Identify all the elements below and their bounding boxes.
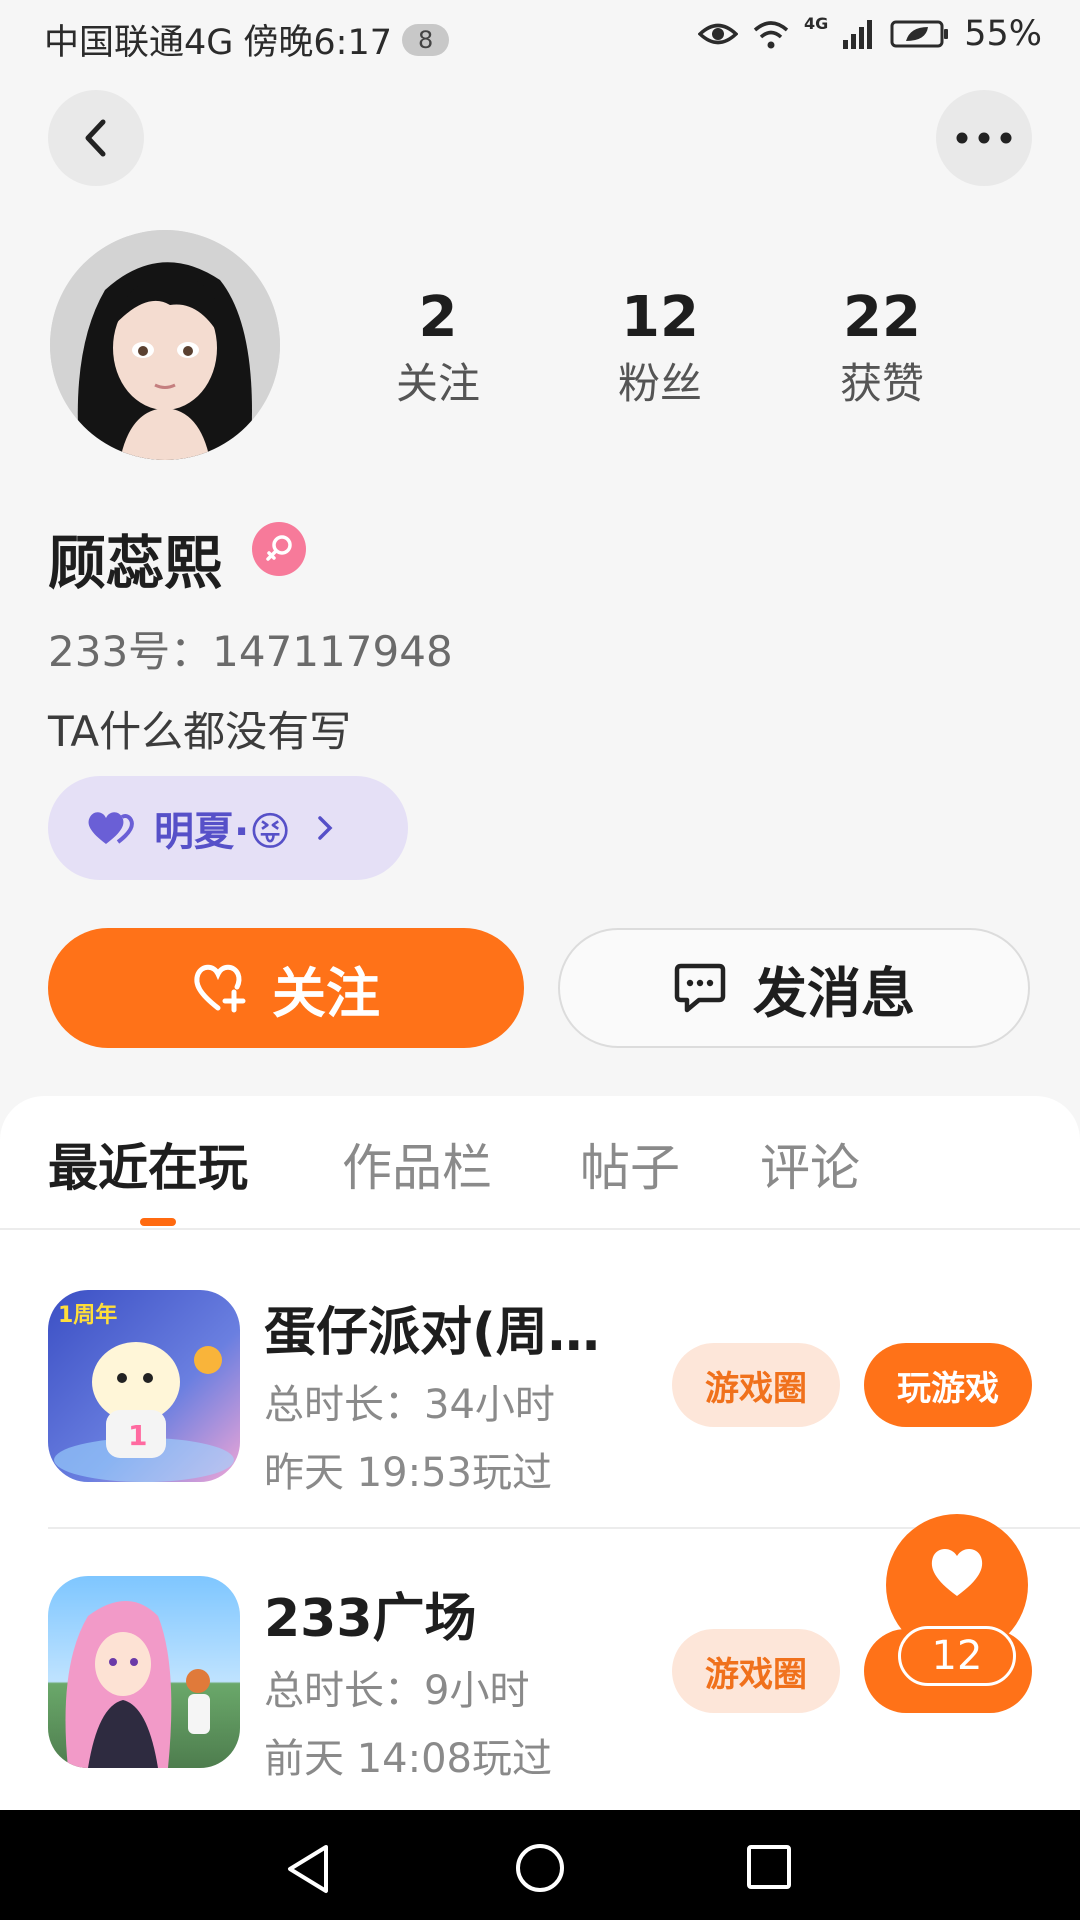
heart-plus-icon bbox=[194, 964, 246, 1013]
game-circle-button[interactable]: 游戏圈 bbox=[672, 1343, 840, 1427]
fan-badge-label: 明夏·😝 bbox=[154, 809, 291, 855]
message-label: 发消息 bbox=[753, 961, 915, 1025]
following-label: 关注 bbox=[395, 359, 480, 408]
avatar-image bbox=[50, 230, 280, 460]
signal-icon bbox=[843, 20, 873, 49]
battery-text: 55% bbox=[964, 14, 1042, 54]
fans-count: 12 bbox=[621, 285, 699, 350]
status-right: 4G 55% bbox=[697, 14, 1042, 54]
likes-label: 获赞 bbox=[839, 359, 924, 408]
female-icon bbox=[266, 535, 292, 561]
game-circle-button[interactable]: 游戏圈 bbox=[672, 1629, 840, 1713]
stat-fans[interactable]: 12 粉丝 bbox=[580, 282, 740, 414]
system-nav-bar bbox=[0, 1810, 1080, 1920]
recents-square-icon[interactable] bbox=[746, 1844, 792, 1890]
game-last-played: 前天 14:08玩过 bbox=[264, 1736, 552, 1782]
floating-like-count: 12 bbox=[898, 1626, 1016, 1686]
tab-recent-play[interactable]: 最近在玩 bbox=[48, 1128, 248, 1200]
fans-label: 粉丝 bbox=[617, 359, 702, 408]
eye-icon bbox=[697, 23, 738, 45]
battery-icon bbox=[890, 20, 949, 48]
follow-button[interactable]: 关注 bbox=[48, 928, 524, 1048]
game-duration: 总时长：9小时 bbox=[264, 1668, 530, 1714]
game-icon-eggy-party[interactable]: 1 1周年 bbox=[48, 1290, 240, 1482]
network-type: 4G bbox=[803, 14, 829, 33]
game-title: 蛋仔派对(周… bbox=[264, 1303, 600, 1363]
tab-works[interactable]: 作品栏 bbox=[342, 1128, 492, 1200]
svg-text:1: 1 bbox=[128, 1419, 147, 1452]
likes-count: 22 bbox=[843, 285, 921, 350]
chat-icon bbox=[674, 963, 726, 1013]
wifi-icon bbox=[753, 21, 789, 49]
status-left: 中国联通4G 傍晚6:17 8 bbox=[44, 14, 450, 65]
avatar[interactable] bbox=[50, 230, 280, 460]
status-bar: 中国联通4G 傍晚6:17 8 4G 55% bbox=[0, 0, 1080, 76]
back-icon bbox=[85, 119, 106, 157]
game-duration: 总时长：34小时 bbox=[264, 1382, 555, 1428]
tab-comments[interactable]: 评论 bbox=[760, 1128, 860, 1200]
following-count: 2 bbox=[418, 285, 458, 350]
message-button[interactable]: 发消息 bbox=[558, 928, 1030, 1048]
icon-badge-text: 1周年 bbox=[58, 1302, 117, 1328]
follow-label: 关注 bbox=[272, 961, 380, 1025]
active-tab-indicator bbox=[140, 1218, 176, 1226]
tab-divider bbox=[0, 1228, 1080, 1230]
stat-likes[interactable]: 22 获赞 bbox=[802, 282, 962, 414]
233-square-icon bbox=[48, 1576, 240, 1768]
back-button[interactable] bbox=[48, 90, 144, 186]
bio-text: TA什么都没有写 bbox=[48, 707, 352, 756]
game-title: 233广场 bbox=[264, 1589, 477, 1649]
notification-count-badge: 8 bbox=[402, 23, 450, 56]
more-icon bbox=[956, 132, 1012, 144]
tab-posts[interactable]: 帖子 bbox=[580, 1128, 680, 1200]
fan-badge-button[interactable]: 明夏·😝 bbox=[48, 776, 408, 880]
back-triangle-icon[interactable] bbox=[284, 1843, 332, 1895]
heart-icon bbox=[931, 1548, 983, 1596]
more-button[interactable] bbox=[936, 90, 1032, 186]
double-heart-icon bbox=[88, 812, 134, 844]
eggy-party-icon: 1 1周年 bbox=[48, 1290, 240, 1482]
carrier-text: 中国联通4G bbox=[44, 23, 234, 63]
game-icon-233-square[interactable] bbox=[48, 1576, 240, 1768]
profile-name: 顾蕊熙 bbox=[48, 529, 223, 597]
gender-badge bbox=[252, 522, 306, 576]
home-circle-icon[interactable] bbox=[514, 1842, 566, 1894]
game-last-played: 昨天 19:53玩过 bbox=[264, 1450, 552, 1496]
status-time: 傍晚6:17 bbox=[243, 23, 392, 63]
user-id: 233号：147117948 bbox=[48, 627, 453, 676]
stat-following[interactable]: 2 关注 bbox=[358, 282, 518, 414]
play-game-button[interactable]: 玩游戏 bbox=[864, 1343, 1032, 1427]
chevron-right-icon bbox=[318, 816, 333, 840]
